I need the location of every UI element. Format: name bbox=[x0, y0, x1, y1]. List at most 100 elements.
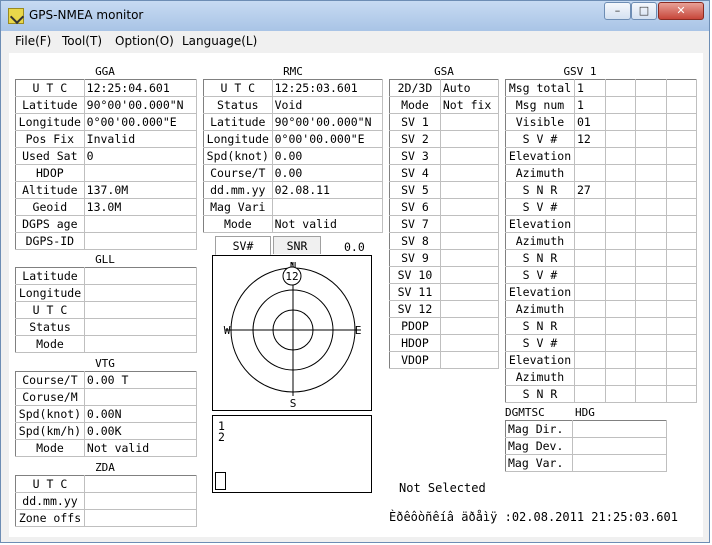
gsv-row: Azimuth bbox=[505, 300, 698, 318]
gsv-label: Msg total bbox=[505, 79, 575, 97]
app-window: GPS-NMEA monitor – □ ✕ File(F) Tool(T) O… bbox=[0, 0, 710, 543]
gsa-row: SV 3 bbox=[389, 147, 500, 165]
gsv-row: Msg total 1 bbox=[505, 79, 698, 97]
gsa-label: SV 7 bbox=[389, 215, 441, 233]
gsv-label: S V # bbox=[505, 130, 575, 148]
menu-option[interactable]: Option(O) bbox=[115, 34, 174, 48]
gll-value bbox=[84, 267, 198, 285]
gsa-label: SV 4 bbox=[389, 164, 441, 182]
gll-value bbox=[84, 335, 198, 353]
vtg-row: Mode Not valid bbox=[15, 439, 198, 457]
gsv-row: S V # bbox=[505, 334, 698, 352]
menu-file[interactable]: File(F) bbox=[15, 34, 51, 48]
gsv-extra-cell bbox=[635, 232, 667, 250]
gsa-label: PDOP bbox=[389, 317, 441, 335]
gsv-row: Elevation bbox=[505, 215, 698, 233]
gsv-extra-cell bbox=[635, 266, 667, 284]
zda-label: U T C bbox=[15, 475, 85, 493]
rmc-value: Not valid bbox=[272, 215, 384, 233]
gsv-value bbox=[574, 198, 606, 216]
title-bar[interactable]: GPS-NMEA monitor – □ ✕ bbox=[1, 1, 709, 32]
gsv-extra-cell bbox=[605, 96, 637, 114]
gll-row: U T C bbox=[15, 301, 198, 319]
gsa-label: SV 3 bbox=[389, 147, 441, 165]
gsa-value bbox=[440, 147, 500, 165]
gll-label: Status bbox=[15, 318, 85, 336]
gsa-value bbox=[440, 300, 500, 318]
gsa-value bbox=[440, 283, 500, 301]
satellite-marker-label: 12 bbox=[285, 270, 298, 283]
tab-snr[interactable]: SNR bbox=[273, 236, 321, 254]
satellite-list[interactable]: 1 2 bbox=[212, 415, 372, 493]
tab-sv-number[interactable]: SV# bbox=[215, 236, 271, 256]
rmc-value: 02.08.11 bbox=[272, 181, 384, 199]
system-time-status: Èðêôòñêíâ äðåìÿ :02.08.2011 21:25:03.601 bbox=[389, 510, 678, 524]
gsa-value bbox=[440, 351, 500, 369]
list-item[interactable]: 2 bbox=[218, 430, 225, 444]
dgmtsc-table: Mag Dir. Mag Dev. Mag Var. bbox=[505, 420, 668, 472]
gsv-value: 01 bbox=[574, 113, 606, 131]
gsv-row: Visible 01 bbox=[505, 113, 698, 131]
gsv-label: Azimuth bbox=[505, 232, 575, 250]
gsv-title: GSV 1 bbox=[563, 65, 597, 78]
gsa-row: SV 2 bbox=[389, 130, 500, 148]
zda-row: dd.mm.yy bbox=[15, 492, 198, 510]
gga-row: HDOP bbox=[15, 164, 198, 182]
rmc-value: 0.00 bbox=[272, 147, 384, 165]
gsv-label: S V # bbox=[505, 334, 575, 352]
gga-row: Used Sat 0 bbox=[15, 147, 198, 165]
gsa-label: Mode bbox=[389, 96, 441, 114]
gsa-value bbox=[440, 215, 500, 233]
gll-label: Mode bbox=[15, 335, 85, 353]
sky-plot: N E S W 12 bbox=[224, 260, 362, 410]
gsv-value bbox=[574, 266, 606, 284]
gsv-label: Elevation bbox=[505, 215, 575, 233]
menu-tool[interactable]: Tool(T) bbox=[62, 34, 102, 48]
gll-row: Mode bbox=[15, 335, 198, 353]
gsv-value bbox=[574, 334, 606, 352]
zda-table: U T Cdd.mm.yy Zone offs bbox=[15, 475, 198, 527]
gsv-value bbox=[574, 147, 606, 165]
gga-table: U T C 12:25:04.601 Latitude 90°00'00.000"N L… bbox=[15, 79, 198, 250]
gsv-row: Elevation bbox=[505, 351, 698, 369]
satellite-sky-view: N E S W 12 bbox=[212, 255, 372, 411]
gsv-extra-cell bbox=[635, 113, 667, 131]
vtg-table: Course/T 0.00 T Coruse/M Spd(knot) 0.00N Spd(… bbox=[15, 371, 198, 457]
gsa-row: 2D/3D Auto bbox=[389, 79, 500, 97]
gsv-row: Azimuth bbox=[505, 368, 698, 386]
gsa-row: SV 1 bbox=[389, 113, 500, 131]
gga-row: Latitude 90°00'00.000"N bbox=[15, 96, 198, 114]
gll-value bbox=[84, 284, 198, 302]
maximize-button[interactable]: □ bbox=[631, 2, 657, 20]
gsv-row: Elevation bbox=[505, 147, 698, 165]
gsa-label: SV 2 bbox=[389, 130, 441, 148]
vtg-value: 0.00 T bbox=[84, 371, 198, 389]
menu-language[interactable]: Language(L) bbox=[182, 34, 257, 48]
gsa-row: SV 4 bbox=[389, 164, 500, 182]
rmc-row: Mag Vari bbox=[203, 198, 384, 216]
minimize-button[interactable]: – bbox=[604, 2, 631, 20]
gsa-label: SV 5 bbox=[389, 181, 441, 199]
gsv-extra-cell bbox=[605, 266, 637, 284]
gga-row: Pos Fix Invalid bbox=[15, 130, 198, 148]
gsv-value bbox=[574, 232, 606, 250]
list-scroll-box[interactable] bbox=[215, 472, 226, 490]
rmc-label: Longitude bbox=[203, 130, 273, 148]
close-button[interactable]: ✕ bbox=[658, 2, 704, 20]
gsv-row: S V #12 bbox=[505, 130, 698, 148]
gsa-label: VDOP bbox=[389, 351, 441, 369]
dgmtsc-value bbox=[572, 420, 668, 438]
zda-title: ZDA bbox=[95, 461, 115, 474]
gsv-value: 12 bbox=[574, 130, 606, 148]
gsv-extra-cell bbox=[605, 164, 637, 182]
gsv-extra-cell bbox=[635, 198, 667, 216]
gga-value bbox=[84, 164, 198, 182]
rmc-table: U T C 12:25:03.601 Status Void Latitude 90°00… bbox=[203, 79, 384, 233]
gsv-extra-cell bbox=[635, 79, 667, 97]
gsa-row: HDOP bbox=[389, 334, 500, 352]
gsv-label: Msg num bbox=[505, 96, 575, 114]
gsa-label: 2D/3D bbox=[389, 79, 441, 97]
gsv-extra-cell bbox=[635, 385, 667, 403]
gsv-extra-cell bbox=[605, 198, 637, 216]
gga-value bbox=[84, 215, 198, 233]
